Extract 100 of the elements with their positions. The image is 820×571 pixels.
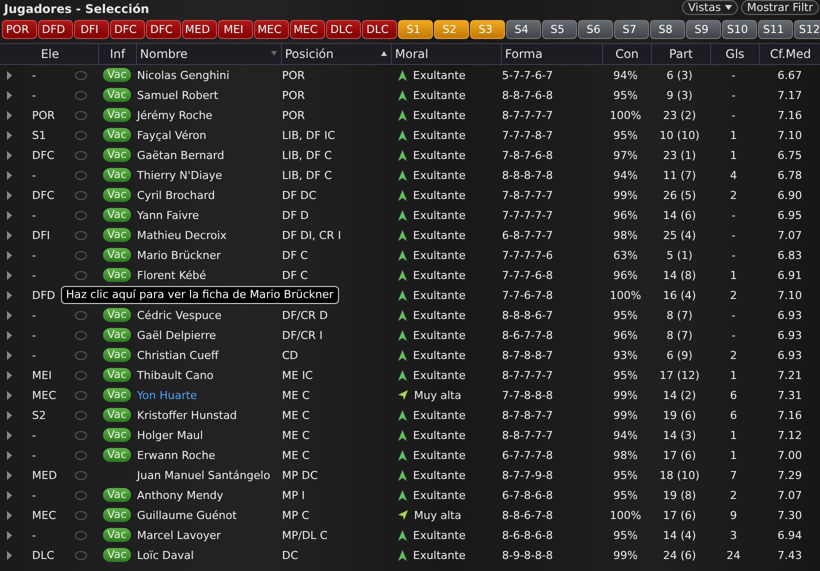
table-cell: 11 (7): [662, 168, 696, 182]
lineup-slot[interactable]: MED: [182, 20, 217, 39]
player-name[interactable]: Marcel Lavoyer: [137, 528, 221, 542]
table-cell: 100%: [610, 108, 642, 122]
lineup-slot[interactable]: S6: [578, 20, 613, 39]
table-cell: Exultante: [413, 528, 466, 542]
column-header[interactable]: Con: [603, 44, 652, 64]
table-cell: 25 (4): [662, 228, 696, 242]
lineup-slot[interactable]: S8: [650, 20, 685, 39]
lineup-slot[interactable]: POR: [2, 20, 37, 39]
expand-icon: [7, 370, 12, 380]
table-cell: Exultante: [413, 128, 466, 142]
table-cell: 96%: [613, 268, 638, 282]
oval-icon: [75, 470, 87, 480]
table-cell: 1: [730, 448, 737, 462]
table-cell: 6 (3): [666, 68, 693, 82]
table-cell: LIB, DF C: [282, 148, 332, 162]
player-name[interactable]: Thibault Cano: [137, 368, 214, 382]
table-cell: -: [732, 88, 736, 102]
table-cell: 7-8-7-6-8: [502, 148, 553, 162]
player-name[interactable]: Loïc Daval: [137, 548, 194, 562]
table-cell: 98%: [613, 228, 638, 242]
player-name[interactable]: Guillaume Guénot: [137, 508, 237, 522]
table-cell: LIB, DF IC: [282, 128, 336, 142]
table-cell: 6: [730, 408, 737, 422]
player-name[interactable]: Kristoffer Hunstad: [137, 408, 237, 422]
views-dropdown[interactable]: Vistas: [682, 0, 738, 15]
lineup-slot[interactable]: MEC: [290, 20, 325, 39]
table-cell: 23 (2): [662, 108, 696, 122]
table-cell: 14 (3): [662, 428, 696, 442]
player-name[interactable]: Fayçal Véron: [137, 128, 206, 142]
player-name[interactable]: Nicolas Genghini: [137, 68, 230, 82]
table-cell: 9: [730, 508, 737, 522]
column-header[interactable]: Forma: [502, 44, 603, 64]
table-cell-text: -: [32, 88, 37, 102]
lineup-slot[interactable]: DFC: [146, 20, 181, 39]
lineup-slot[interactable]: S11: [758, 20, 793, 39]
lineup-slot[interactable]: S5: [542, 20, 577, 39]
player-name[interactable]: Mathieu Decroix: [137, 228, 227, 242]
player-name[interactable]: Florent Kébé: [137, 268, 206, 282]
player-name[interactable]: Christian Cueff: [137, 348, 219, 362]
player-name[interactable]: Mario Brückner: [137, 248, 221, 262]
lineup-slot[interactable]: DLC: [362, 20, 397, 39]
expand-icon: [7, 430, 12, 440]
column-header[interactable]: Cf.Med: [760, 44, 820, 64]
player-name[interactable]: Gaëtan Bernard: [137, 148, 224, 162]
filter-button[interactable]: Mostrar Filtr: [740, 0, 819, 15]
table-cell: 7.29: [778, 468, 802, 482]
table-cell: Exultante: [413, 288, 466, 302]
column-header[interactable]: Part: [652, 44, 711, 64]
lineup-slot[interactable]: DFI: [74, 20, 109, 39]
lineup-slot[interactable]: MEI: [218, 20, 253, 39]
lineup-slot[interactable]: S10: [722, 20, 757, 39]
player-name[interactable]: Samuel Robert: [137, 88, 218, 102]
table-cell: 63%: [613, 248, 638, 262]
lineup-slot[interactable]: S4: [506, 20, 541, 39]
tooltip: Haz clic aquí para ver la ficha de Mario Brückner: [61, 286, 338, 304]
player-name[interactable]: Erwann Roche: [137, 448, 216, 462]
status-badge: Vac: [103, 228, 131, 242]
table-cell: 99%: [613, 188, 638, 202]
table-cell: 95%: [613, 128, 638, 142]
expand-icon: [7, 210, 12, 220]
lineup-slot[interactable]: MEC: [254, 20, 289, 39]
lineup-slot[interactable]: DFC: [110, 20, 145, 39]
table-cell: LIB, DF C: [282, 168, 332, 182]
lineup-slot[interactable]: DFD: [38, 20, 73, 39]
table-cell: 7.10: [778, 128, 802, 142]
table-cell: Exultante: [413, 448, 466, 462]
player-name[interactable]: Thierry N'Diaye: [137, 168, 222, 182]
table-cell: 3: [730, 528, 737, 542]
oval-icon: [75, 410, 87, 420]
oval-icon: [75, 270, 87, 280]
lineup-slot[interactable]: S9: [686, 20, 721, 39]
column-header[interactable]: Ele: [2, 44, 99, 64]
player-name[interactable]: Cyril Brochard: [137, 188, 215, 202]
player-name[interactable]: Yann Faivre: [137, 208, 200, 222]
player-name[interactable]: Jérémy Roche: [137, 108, 212, 122]
player-name[interactable]: Juan Manuel Santángelo: [137, 468, 270, 482]
table-cell: 99%: [613, 408, 638, 422]
table-cell-text: -: [32, 428, 37, 442]
status-badge: Vac: [103, 208, 131, 222]
player-name[interactable]: Yon Huarte: [137, 388, 198, 402]
column-header[interactable]: Inf: [99, 44, 137, 64]
table-cell: ME C: [282, 408, 310, 422]
column-header[interactable]: Gls: [711, 44, 760, 64]
player-name[interactable]: Holger Maul: [137, 428, 204, 442]
table-cell: DF/CR I: [282, 328, 323, 342]
player-name[interactable]: Gaël Delpierre: [137, 328, 216, 342]
table-cell: Exultante: [413, 228, 466, 242]
column-header[interactable]: Moral: [392, 44, 502, 64]
lineup-slot[interactable]: DLC: [326, 20, 361, 39]
player-name[interactable]: Cédric Vespuce: [137, 308, 222, 322]
oval-icon: [75, 170, 87, 180]
lineup-slot[interactable]: S7: [614, 20, 649, 39]
column-header[interactable]: Nombre: [137, 44, 282, 64]
lineup-slot[interactable]: S12: [794, 20, 820, 39]
column-header[interactable]: Posición: [282, 44, 392, 64]
table-cell-text: DLC: [32, 548, 56, 562]
player-name[interactable]: Anthony Mendy: [137, 488, 224, 502]
oval-icon: [75, 330, 87, 340]
